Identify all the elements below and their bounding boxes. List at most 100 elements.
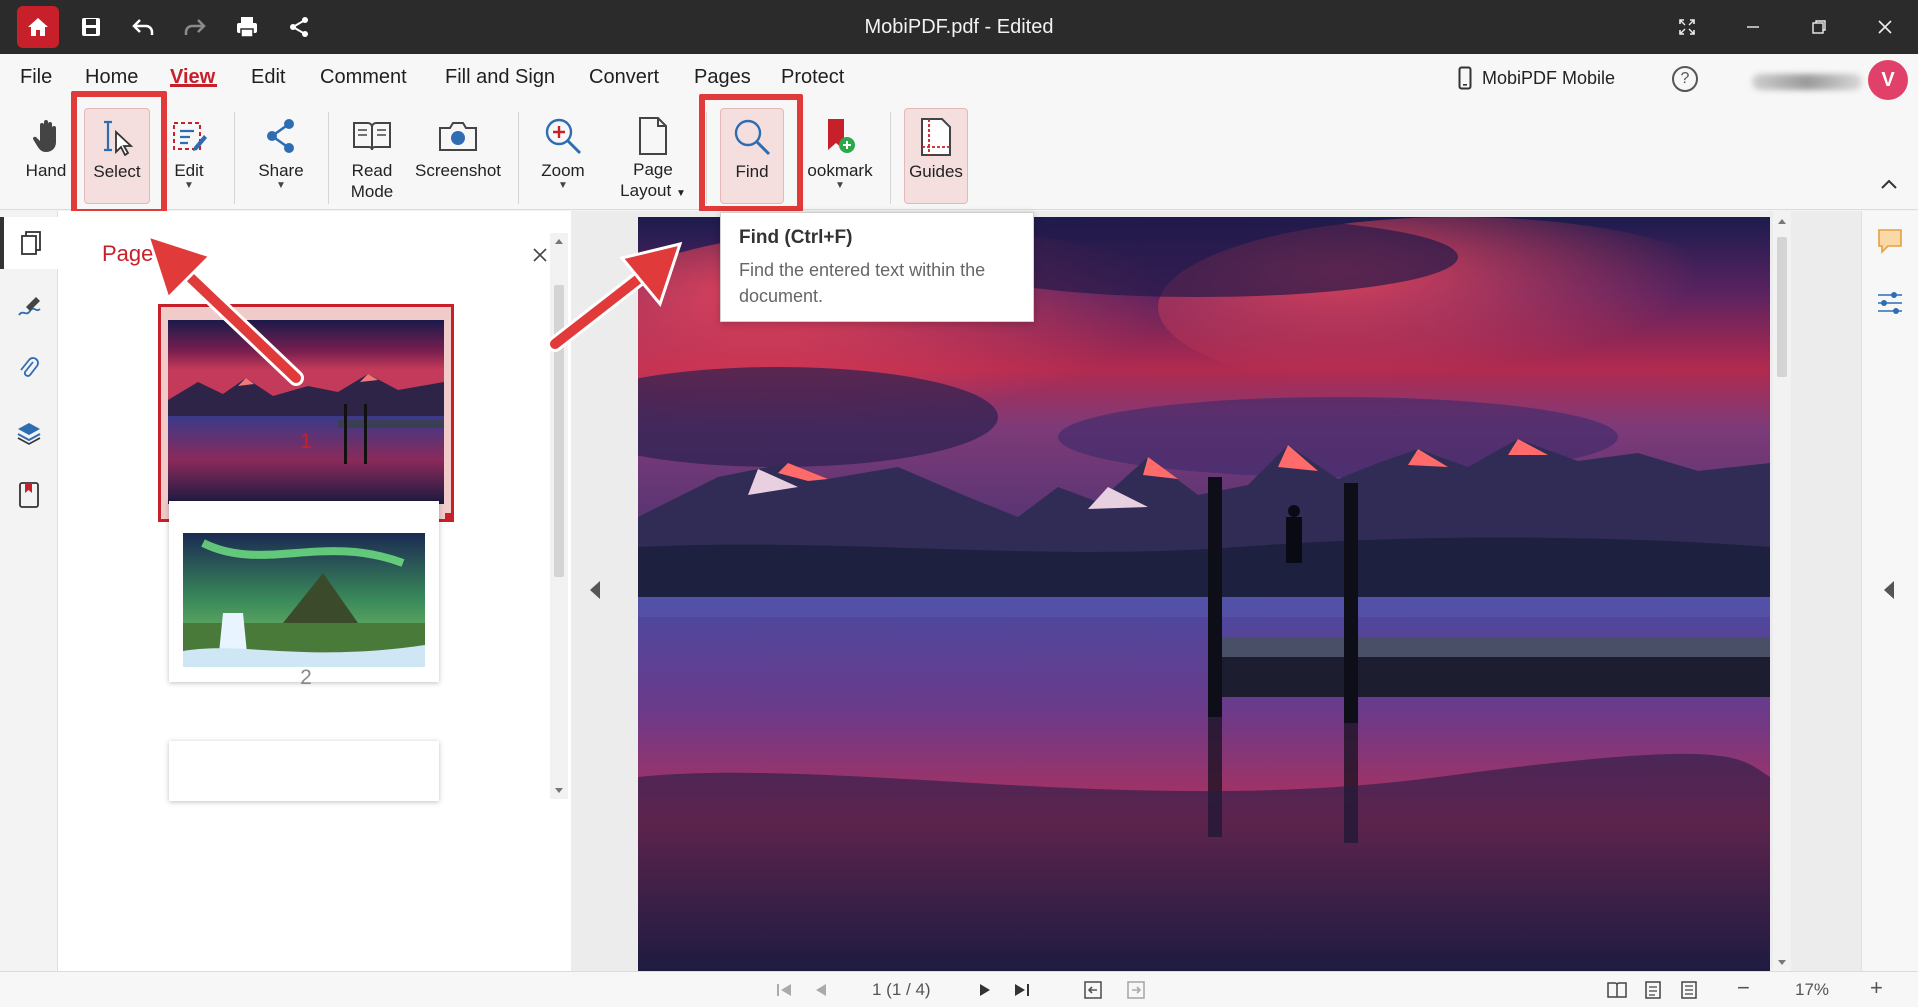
scroll-up-icon xyxy=(1778,219,1786,224)
open-book-icon xyxy=(353,122,391,151)
share-icon xyxy=(267,119,294,153)
guides-label: Guides xyxy=(909,162,963,181)
share-label: Share xyxy=(258,161,304,180)
previous-page-icon[interactable] xyxy=(814,982,828,998)
select-highlight-box xyxy=(71,91,167,215)
redo-button[interactable] xyxy=(169,0,221,54)
rail-bookmarks-button[interactable] xyxy=(0,469,58,521)
tooltip-title: Find (Ctrl+F) xyxy=(739,227,853,248)
scrollbar-thumb[interactable] xyxy=(1777,237,1787,377)
bookmark-button[interactable]: ookmark ▼ xyxy=(802,108,878,204)
scrollbar-thumb[interactable] xyxy=(554,285,564,577)
save-button[interactable] xyxy=(65,0,117,54)
avatar[interactable]: V xyxy=(1868,60,1908,100)
comments-button[interactable] xyxy=(1876,227,1904,260)
properties-button[interactable] xyxy=(1876,291,1904,320)
edit-tool-button[interactable]: Edit ▼ xyxy=(162,108,216,204)
page-indicator[interactable]: 1 (1 / 4) xyxy=(872,980,931,1000)
first-page-icon[interactable] xyxy=(776,982,794,998)
collapse-ribbon-icon[interactable] xyxy=(1880,178,1898,190)
zoom-button[interactable]: Zoom ▼ xyxy=(532,108,594,204)
ribbon-divider xyxy=(234,112,235,204)
panel-title: Page xyxy=(102,241,154,266)
panel-scrollbar[interactable] xyxy=(550,233,568,799)
menu-comment[interactable]: Comment xyxy=(320,66,407,89)
two-page-view-icon[interactable] xyxy=(1606,980,1628,1000)
hand-icon xyxy=(32,120,56,152)
mobile-label: MobiPDF Mobile xyxy=(1482,67,1616,88)
page-layout-label-line2: Layout ▼ xyxy=(620,181,686,200)
find-tooltip: Find (Ctrl+F) Find the entered text with… xyxy=(720,212,1034,322)
close-icon xyxy=(533,248,547,262)
document-view[interactable] xyxy=(571,211,1861,971)
fullscreen-button[interactable] xyxy=(1654,0,1720,54)
hand-tool-button[interactable]: Hand xyxy=(18,108,74,204)
minimize-button[interactable] xyxy=(1720,0,1786,54)
menu-bar: File Home View Edit Comment Fill and Sig… xyxy=(0,54,1918,100)
single-page-view-icon[interactable] xyxy=(1644,980,1662,1000)
resize-handle xyxy=(445,513,451,519)
home-button[interactable] xyxy=(17,6,59,48)
zoom-in-button[interactable]: + xyxy=(1870,975,1883,1001)
sunset-lake-photo xyxy=(638,217,1770,971)
guides-icon xyxy=(921,118,951,156)
maximize-button[interactable] xyxy=(1786,0,1852,54)
menu-pages[interactable]: Pages xyxy=(694,66,751,89)
page-thumbnail-1[interactable] xyxy=(158,304,454,522)
scroll-up-icon xyxy=(555,239,563,244)
page-layout-button[interactable]: Page Layout ▼ xyxy=(612,108,694,204)
close-window-button[interactable] xyxy=(1852,0,1918,54)
collapse-right-panel-icon[interactable] xyxy=(1884,581,1894,599)
guides-button[interactable]: Guides xyxy=(904,108,968,204)
edit-label: Edit xyxy=(174,161,204,180)
chevron-down-icon: ▼ xyxy=(276,180,286,191)
continuous-view-icon[interactable] xyxy=(1680,980,1698,1000)
screenshot-button[interactable]: Screenshot xyxy=(410,108,506,204)
close-panel-button[interactable] xyxy=(532,239,548,270)
zoom-out-button[interactable]: − xyxy=(1737,975,1750,1001)
add-bookmark-icon xyxy=(828,119,855,153)
next-page-icon[interactable] xyxy=(978,982,992,998)
rail-signature-button[interactable] xyxy=(0,281,58,333)
mobipdf-mobile-link[interactable]: MobiPDF Mobile xyxy=(1458,66,1615,90)
read-mode-label-line2: Mode xyxy=(350,182,394,201)
share-ribbon-button[interactable]: Share ▼ xyxy=(252,108,310,204)
navigate-forward-icon[interactable] xyxy=(1126,980,1146,1000)
menu-file[interactable]: File xyxy=(20,66,52,89)
help-button[interactable]: ? xyxy=(1672,66,1698,92)
active-tab-underline xyxy=(170,84,217,87)
collapse-left-panel-icon[interactable] xyxy=(590,581,600,599)
signature-icon xyxy=(18,297,41,316)
account-name-redacted[interactable] xyxy=(1752,74,1862,90)
save-icon xyxy=(82,18,100,36)
page-thumbnail-3[interactable] xyxy=(169,741,439,801)
menu-convert[interactable]: Convert xyxy=(589,66,659,89)
menu-edit[interactable]: Edit xyxy=(251,66,285,89)
rail-attachments-button[interactable] xyxy=(0,343,58,395)
tooltip-description: Find the entered text within the documen… xyxy=(739,260,986,306)
left-icon-rail xyxy=(0,211,58,971)
close-icon xyxy=(1878,20,1892,34)
document-scrollbar[interactable] xyxy=(1773,211,1791,971)
sunset-lake-thumbnail xyxy=(168,320,444,504)
menu-home[interactable]: Home xyxy=(85,66,138,89)
rail-layers-button[interactable] xyxy=(0,407,58,459)
printer-icon xyxy=(237,17,257,38)
ribbon-divider xyxy=(518,112,519,204)
screenshot-label: Screenshot xyxy=(415,161,501,180)
rail-pages-button[interactable] xyxy=(0,217,58,269)
pages-panel: Page 1 2 xyxy=(58,211,571,971)
navigate-back-icon[interactable] xyxy=(1083,980,1103,1000)
last-page-icon[interactable] xyxy=(1012,982,1030,998)
status-bar: 1 (1 / 4) − 17% + xyxy=(0,971,1918,1007)
print-button[interactable] xyxy=(221,0,273,54)
expand-icon xyxy=(1679,19,1695,35)
share-title-button[interactable] xyxy=(273,0,325,54)
read-mode-button[interactable]: Read Mode xyxy=(344,108,400,204)
page-thumbnail-2[interactable] xyxy=(169,501,439,682)
zoom-level[interactable]: 17% xyxy=(1795,980,1829,1000)
menu-protect[interactable]: Protect xyxy=(781,66,844,89)
undo-button[interactable] xyxy=(117,0,169,54)
menu-fill-and-sign[interactable]: Fill and Sign xyxy=(445,66,555,89)
page-number-2: 2 xyxy=(300,666,312,689)
